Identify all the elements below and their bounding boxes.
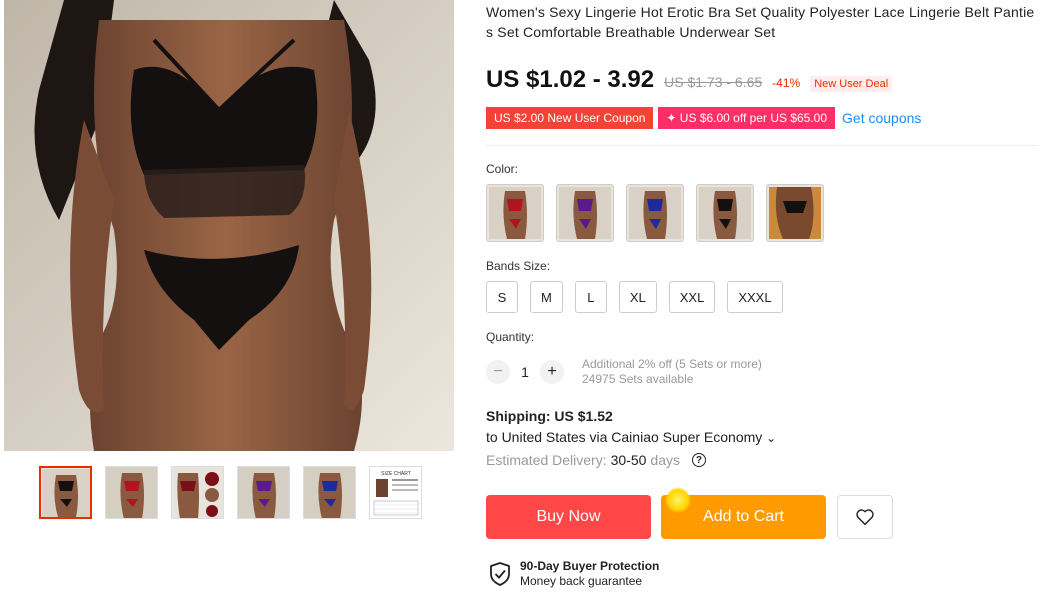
delivery-days: 30-50 [610, 452, 647, 468]
thumbnail-size-chart: SIZE CHART [370, 467, 421, 518]
quantity-label: Quantity: [486, 330, 535, 344]
thumbnail-3[interactable] [171, 466, 224, 519]
quantity-info: Additional 2% off (5 Sets or more) 24975… [582, 357, 762, 387]
shipping-info: Shipping: US $1.52 to United States via … [486, 406, 776, 449]
quantity-decrease-button[interactable]: − [486, 360, 510, 384]
thumbnail-1[interactable] [39, 466, 92, 519]
protection-title: 90-Day Buyer Protection [520, 559, 660, 573]
new-user-deal-badge: New User Deal [810, 76, 893, 92]
thumbnail-6[interactable]: SIZE CHART [369, 466, 422, 519]
buy-now-button[interactable]: Buy Now [486, 495, 651, 539]
thumbnail-5[interactable] [303, 466, 356, 519]
chevron-down-icon: ⌄ [766, 431, 777, 445]
bulk-discount-text: Additional 2% off (5 Sets or more) [582, 357, 762, 371]
quantity-stepper: − 1 + Additional 2% off (5 Sets or more)… [486, 357, 762, 387]
red-set-swatch [489, 187, 541, 239]
black-set-swatch [699, 187, 751, 239]
size-option-xl[interactable]: XL [618, 281, 657, 313]
color-options [486, 184, 824, 242]
size-option-l[interactable]: L [574, 281, 607, 313]
blue-set-swatch [629, 187, 681, 239]
thumbnail-red-set [106, 467, 157, 518]
new-user-coupon[interactable]: US $2.00 New User Coupon [486, 107, 654, 129]
purchase-actions: Buy Now Add to Cart [486, 487, 893, 539]
size-option-m[interactable]: M [530, 281, 563, 313]
product-photo [4, 0, 454, 451]
thumbnail-2[interactable] [105, 466, 158, 519]
help-icon[interactable]: ? [691, 453, 706, 467]
thumbnail-detail-collage [172, 467, 223, 518]
divider [486, 145, 1038, 146]
sparkle-icon [665, 487, 691, 513]
quantity-increase-button[interactable]: + [540, 360, 564, 384]
size-label: Bands Size: [486, 259, 551, 273]
color-option-photo[interactable] [766, 184, 824, 242]
color-option-purple[interactable] [556, 184, 614, 242]
buyer-protection: 90-Day Buyer Protection Money back guara… [488, 559, 659, 589]
size-option-xxxl[interactable]: XXXL [727, 281, 783, 313]
thumbnail-black-set [41, 468, 90, 517]
store-coupon[interactable]: ✦ US $6.00 off per US $65.00 [658, 107, 836, 129]
add-to-cart-button[interactable]: Add to Cart [661, 487, 826, 539]
quantity-value[interactable]: 1 [510, 364, 540, 380]
delivery-label: Estimated Delivery: [486, 452, 607, 468]
price-row: US $1.02 - 3.92 US $1.73 - 6.65 -41% New… [486, 66, 893, 94]
get-coupons-link[interactable]: Get coupons [842, 110, 921, 126]
shield-check-icon [490, 562, 510, 586]
color-label: Color: [486, 162, 519, 176]
protection-subtitle: Money back guarantee [520, 574, 643, 588]
size-options: S M L XL XXL XXXL [486, 281, 783, 313]
purple-set-swatch [559, 187, 611, 239]
estimated-delivery: Estimated Delivery: 30-50 days ? [486, 452, 706, 468]
color-option-black[interactable] [696, 184, 754, 242]
size-option-xxl[interactable]: XXL [668, 281, 716, 313]
thumbnail-blue-set [304, 467, 355, 518]
discount-percent: -41% [772, 76, 801, 90]
shipping-route: to United States via Cainiao Super Econo… [486, 429, 763, 445]
color-option-blue[interactable] [626, 184, 684, 242]
photo-set-swatch [769, 187, 821, 239]
original-price: US $1.73 - 6.65 [664, 74, 763, 90]
size-chart-title: SIZE CHART [381, 471, 411, 477]
product-title: Women's Sexy Lingerie Hot Erotic Bra Set… [486, 4, 1035, 40]
size-option-s[interactable]: S [486, 281, 518, 313]
shipping-cost: Shipping: US $1.52 [486, 408, 613, 424]
stock-available-text: 24975 Sets available [582, 372, 694, 386]
main-product-image[interactable] [4, 0, 454, 451]
heart-icon [856, 509, 874, 526]
color-option-red[interactable] [486, 184, 544, 242]
shipping-method-selector[interactable]: to United States via Cainiao Super Econo… [486, 427, 776, 449]
add-to-cart-label: Add to Cart [703, 508, 784, 525]
coupons-row: US $2.00 New User Coupon ✦ US $6.00 off … [486, 107, 921, 129]
thumbnail-strip: SIZE CHART [39, 466, 422, 519]
thumbnail-4[interactable] [237, 466, 290, 519]
current-price: US $1.02 - 3.92 [486, 66, 655, 93]
thumbnail-purple-set [238, 467, 289, 518]
wishlist-button[interactable] [837, 495, 893, 539]
delivery-unit: days [650, 452, 680, 468]
